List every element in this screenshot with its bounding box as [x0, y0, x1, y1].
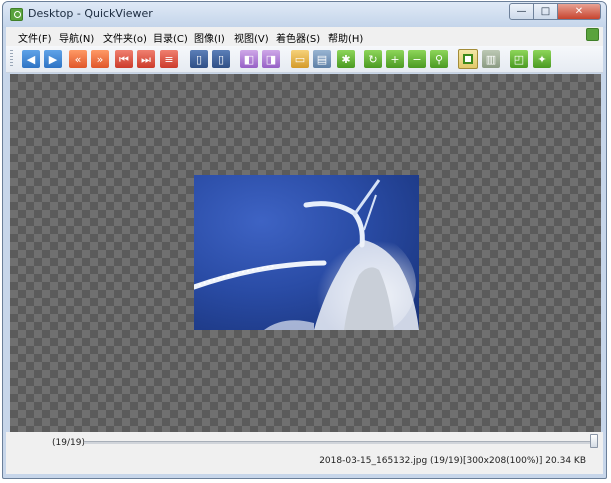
toolbar-grip[interactable] — [10, 50, 13, 68]
page-slider-thumb[interactable] — [590, 434, 598, 448]
corner-app-icon[interactable] — [586, 28, 599, 41]
title-bar[interactable]: Desktop - QuickViewer — □ ✕ — [3, 2, 606, 28]
toolbar: ◀ ▶ « » ⏮ ⏭ ≡ ▯ ▯ ◧ ◨ ▭ ▤ ✱ ↻ + − ⚲ ▥ ◰ … — [6, 46, 603, 73]
fullscreen-icon[interactable]: ◰ — [510, 50, 528, 68]
pin-icon[interactable]: ✦ — [533, 50, 551, 68]
menu-navigate[interactable]: 导航(N) — [59, 30, 94, 45]
rotate-icon[interactable]: ↻ — [364, 50, 382, 68]
window-title: Desktop - QuickViewer — [28, 7, 153, 20]
catalog-icon[interactable]: ▤ — [313, 50, 331, 68]
menu-image[interactable]: 图像(I) — [194, 30, 225, 45]
maximize-button[interactable]: □ — [534, 3, 558, 20]
menu-catalog[interactable]: 目录(C) — [153, 30, 188, 45]
zoom-in-icon[interactable]: + — [386, 50, 404, 68]
page-counter: (19/19) — [52, 438, 85, 448]
page-right-icon[interactable]: ◨ — [262, 50, 280, 68]
app-window: Desktop - QuickViewer — □ ✕ 文件(F) 导航(N) … — [2, 1, 607, 479]
close-icon: ✕ — [574, 6, 584, 17]
menu-folder[interactable]: 文件夹(o) — [103, 30, 147, 45]
dual-page-icon[interactable]: ▥ — [482, 50, 500, 68]
next-volume-icon[interactable]: ▯ — [212, 50, 230, 68]
displayed-image[interactable] — [194, 175, 419, 330]
image-canvas[interactable] — [10, 74, 601, 432]
menu-shader[interactable]: 着色器(S) — [276, 30, 320, 45]
fast-back-icon[interactable]: « — [69, 50, 87, 68]
maximize-icon: □ — [540, 6, 551, 17]
single-page-icon[interactable] — [458, 49, 478, 69]
settings-gear-icon[interactable]: ✱ — [337, 50, 355, 68]
app-logo-icon[interactable] — [10, 8, 23, 21]
first-image-icon[interactable]: ⏮ — [115, 50, 133, 68]
menu-bar: 文件(F) 导航(N) 文件夹(o) 目录(C) 图像(I) 视图(V) 着色器… — [6, 27, 603, 46]
status-text: 2018-03-15_165132.jpg (19/19)[300x208(10… — [319, 456, 586, 466]
fast-forward-icon[interactable]: » — [91, 50, 109, 68]
open-folder-icon[interactable]: ▭ — [291, 50, 309, 68]
page-left-icon[interactable]: ◧ — [240, 50, 258, 68]
zoom-out-icon[interactable]: − — [408, 50, 426, 68]
menu-help[interactable]: 帮助(H) — [328, 30, 363, 45]
page-slider-track[interactable] — [84, 441, 590, 444]
menu-view[interactable]: 视图(V) — [234, 30, 269, 45]
minimize-button[interactable]: — — [509, 3, 534, 20]
prev-volume-icon[interactable]: ▯ — [190, 50, 208, 68]
single-page-frame-icon — [463, 54, 473, 64]
frosted-tree-photo — [194, 179, 419, 330]
minimize-icon: — — [516, 6, 527, 17]
last-image-icon[interactable]: ⏭ — [137, 50, 155, 68]
delete-icon[interactable]: ≡ — [160, 50, 178, 68]
zoom-fit-icon[interactable]: ⚲ — [430, 50, 448, 68]
close-button[interactable]: ✕ — [558, 3, 601, 20]
menu-file[interactable]: 文件(F) — [18, 30, 52, 45]
window-controls: — □ ✕ — [509, 3, 601, 21]
status-area: (19/19) 2018-03-15_165132.jpg (19/19)[30… — [6, 432, 603, 474]
prev-image-icon[interactable]: ◀ — [22, 50, 40, 68]
next-image-icon[interactable]: ▶ — [44, 50, 62, 68]
